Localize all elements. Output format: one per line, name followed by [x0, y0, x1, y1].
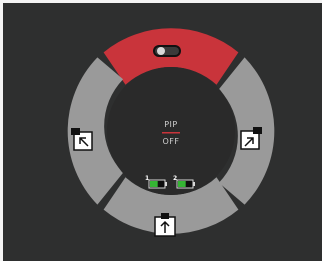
pip-move-left-icon — [71, 128, 93, 151]
pip-move-right-icon — [240, 127, 262, 150]
pip-control-panel: PIP OFF 1 2 — [3, 3, 322, 261]
battery-1-level-fill — [150, 181, 158, 187]
toggle-switch-icon — [153, 45, 181, 57]
center-status-disc — [107, 67, 235, 195]
pip-swap-up-icon — [154, 213, 176, 237]
pip-state: OFF — [163, 137, 180, 146]
pip-label: PIP — [164, 120, 178, 129]
status-divider — [162, 132, 180, 134]
battery-2-level-fill — [178, 181, 186, 187]
